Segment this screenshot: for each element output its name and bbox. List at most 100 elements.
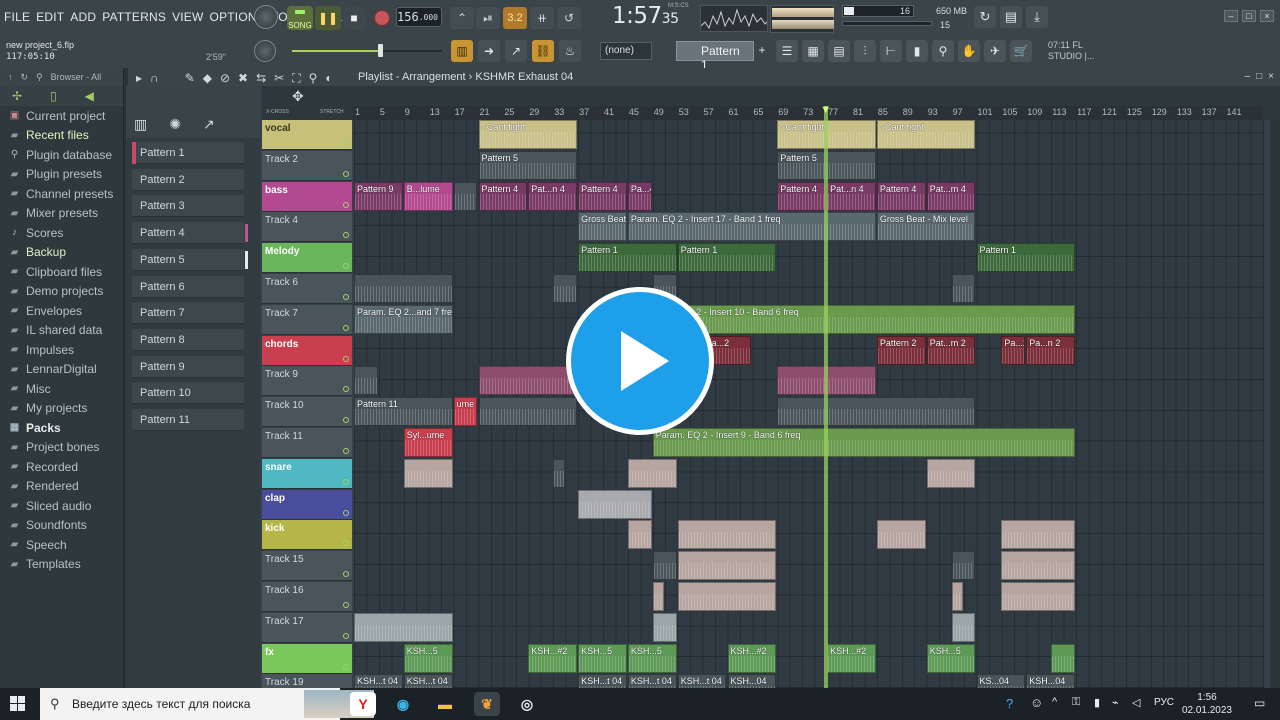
playlist-clip[interactable] [652, 582, 665, 611]
arrangement-grid[interactable]: ~Cant fight ~Cant fight ~Cant fight Pattern… [354, 120, 1264, 688]
track-header[interactable]: vocal [262, 120, 352, 150]
main-volume-knob[interactable] [254, 5, 278, 29]
track-mute-led[interactable] [343, 509, 349, 516]
track-mute-led[interactable] [343, 448, 349, 454]
playlist-clip[interactable] [677, 520, 777, 550]
playlist-clip[interactable]: Pat...n 4 [827, 181, 876, 211]
vertical-scrollbar[interactable] [1270, 120, 1280, 688]
playlist-minimize-icon[interactable]: – [1245, 71, 1251, 82]
file-view-icon[interactable]: ▯ [50, 89, 57, 103]
playlist-clip[interactable]: KSH...04 [1026, 674, 1076, 688]
help-icon[interactable]: ? [1006, 696, 1013, 711]
track-mute-led[interactable] [343, 540, 349, 547]
menu-item[interactable]: FILE [4, 10, 30, 24]
playlist-clip[interactable] [403, 458, 453, 488]
menu-item[interactable]: VIEW [172, 10, 203, 24]
playlist-window-icon[interactable]: ☰ [776, 40, 798, 62]
browser-item[interactable]: ▰ Misc [0, 379, 123, 399]
browser-item[interactable]: ▰ Demo projects [0, 282, 123, 302]
close-icon[interactable]: × [1260, 10, 1274, 22]
slice-icon[interactable]: ✂ [274, 71, 284, 86]
playlist-close-icon[interactable]: × [1268, 71, 1274, 82]
zoom-icon[interactable]: ⚲ [309, 71, 318, 86]
playlist-clip[interactable]: KSH...5 [926, 643, 976, 673]
slip-icon[interactable]: ⇆ [256, 71, 266, 86]
browser-item[interactable]: ▰ Recent files [0, 126, 123, 146]
menu-arrow-icon[interactable]: ▸ [136, 71, 142, 86]
playhead[interactable] [824, 106, 829, 688]
pattern-list-item[interactable]: Pattern 6 [132, 275, 244, 298]
playlist-clip[interactable]: Pat...m 2 [926, 335, 976, 365]
piano-roll-icon[interactable]: ▦ [802, 40, 824, 62]
playlist-clip[interactable]: Param. EQ 2...and 7 freq [354, 304, 453, 334]
playlist-clip[interactable] [627, 458, 677, 488]
playlist-clip[interactable]: Gross Beat [578, 212, 627, 242]
playlist-clip[interactable]: KSH...t 04 [627, 674, 677, 688]
blend-notes-icon[interactable]: ⧺ [530, 7, 554, 29]
minimize-icon[interactable]: – [1224, 10, 1238, 22]
playlist-clip[interactable]: Pattern 9 [354, 181, 403, 211]
playlist-clip[interactable] [1051, 643, 1076, 673]
browser-item[interactable]: ▰ IL shared data [0, 321, 123, 341]
track-header[interactable]: kick [262, 520, 352, 551]
playlist-clip[interactable]: KS...04 [976, 674, 1026, 688]
metronome-icon[interactable]: ⌃ [450, 7, 474, 29]
maximize-icon[interactable]: □ [1242, 10, 1256, 22]
pattern-list-item[interactable]: Pattern 10 [132, 382, 244, 405]
language-indicator[interactable]: РУС [1154, 697, 1174, 708]
browser-item[interactable]: ▰ Rendered [0, 477, 123, 497]
playlist-clip[interactable]: KSH...t 04 [578, 674, 627, 688]
pencil-icon[interactable]: ✎ [185, 71, 195, 86]
track-mute-led[interactable] [343, 663, 349, 670]
playlist-clip[interactable]: KSH...#2 [528, 643, 578, 673]
pattern-list-item[interactable]: Pattern 5 [132, 248, 248, 271]
playlist-clip[interactable]: Pattern 4 [876, 181, 926, 211]
playlist-clip[interactable]: KSH...t 04 [403, 674, 453, 688]
track-header[interactable]: Track 6 [262, 274, 352, 304]
playlist-clip[interactable]: ~Cant fight [478, 120, 578, 149]
pattern-list-item[interactable]: Pattern 4 [132, 222, 248, 245]
playlist-clip[interactable] [926, 458, 976, 488]
browser-tree-icon[interactable]: ⊢ [880, 40, 902, 62]
back-icon[interactable]: ◀ [85, 89, 94, 103]
delete-icon[interactable]: ⊘ [220, 71, 230, 86]
browser-item[interactable]: ▣ Current project [0, 106, 123, 126]
playlist-clip[interactable] [553, 458, 565, 488]
track-mute-led[interactable] [343, 417, 349, 424]
playlist-clip[interactable]: Pat...n 4 [528, 181, 578, 211]
browser-item[interactable]: ▰ Recorded [0, 457, 123, 477]
master-pitch-knob[interactable] [254, 40, 276, 62]
playlist-clip[interactable]: Pattern 2 [876, 335, 926, 365]
browser-item[interactable]: ▦ Packs [0, 418, 123, 438]
browser-item[interactable]: ♪ Scores [0, 223, 123, 243]
track-header[interactable]: clap [262, 489, 352, 520]
playlist-clip[interactable]: KSH...t 04 [677, 674, 727, 688]
step-edit-icon[interactable]: ➜ [478, 40, 500, 62]
playlist-clip[interactable]: Pattern 1 [677, 243, 777, 273]
paint-icon[interactable]: ◆ [203, 71, 212, 86]
playlist-clip[interactable] [354, 274, 453, 303]
scroll-icon[interactable]: ✥ [292, 88, 304, 105]
snap-icon[interactable]: ↗ [505, 40, 527, 62]
touch-controller-icon[interactable]: ✋ [958, 40, 980, 62]
playlist-clip[interactable] [354, 366, 378, 396]
playlist-clip[interactable]: Pattern 1 [976, 243, 1076, 273]
browser-item[interactable]: ▰ Backup [0, 243, 123, 263]
playlist-clip[interactable]: KSH...5 [403, 643, 453, 673]
playlist-clip[interactable]: EQ 2 - Insert 10 - Band 6 freq [677, 304, 1076, 334]
playlist-clip[interactable] [777, 397, 976, 427]
export-icon[interactable]: ⤓ [1026, 6, 1048, 28]
pattern-list-item[interactable]: Pattern 8 [132, 328, 244, 351]
track-header[interactable]: Track 17 [262, 612, 352, 643]
track-mute-led[interactable] [343, 571, 349, 578]
playlist-clip[interactable]: Pa...4 [627, 181, 652, 211]
playlist-clip[interactable] [951, 582, 964, 611]
playlist-clip[interactable] [627, 520, 652, 550]
playlist-clip[interactable]: Pattern 11 [354, 397, 453, 427]
notification-icon[interactable]: ▭ [1254, 696, 1270, 712]
playlist-clip[interactable]: Pattern 4 [777, 181, 827, 211]
menu-item[interactable]: EDIT [36, 10, 64, 24]
browser-item[interactable]: ▰ Speech [0, 535, 123, 555]
tray-expand-icon[interactable]: ^ [1052, 696, 1057, 708]
playlist-clip[interactable]: ume [453, 397, 478, 427]
